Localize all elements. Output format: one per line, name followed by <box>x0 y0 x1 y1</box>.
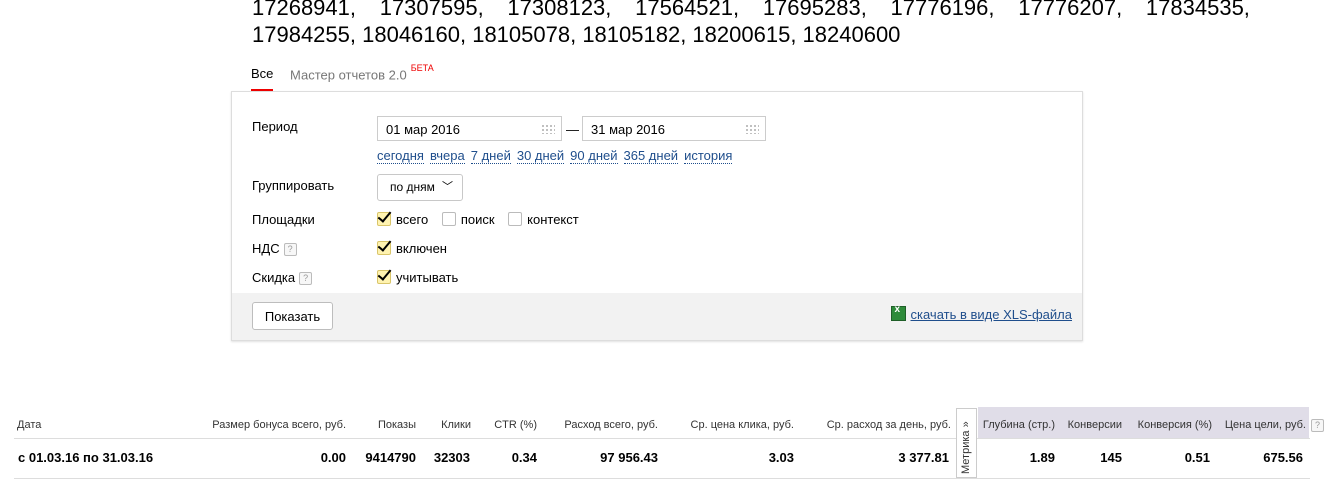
cell-conversions: 145 <box>1100 450 1122 465</box>
date-to-input[interactable]: 31 мар 2016 <box>582 116 766 141</box>
campaign-id-list: 17268941, 17307595, 17308123, 17564521, … <box>252 0 1250 48</box>
period-history-link[interactable]: история <box>684 148 733 164</box>
xls-download-link[interactable]: скачать в виде XLS-файла <box>911 307 1073 322</box>
help-icon[interactable]: ? <box>1311 419 1324 432</box>
date-from-value: 01 мар 2016 <box>386 122 461 137</box>
date-to-value: 31 мар 2016 <box>591 122 666 137</box>
table-bottom-divider <box>14 478 1310 479</box>
cell-date: с 01.03.16 по 31.03.16 <box>18 450 154 465</box>
vat-label-text: НДС <box>252 241 280 256</box>
col-header-cpc[interactable]: Ср. цена клика, руб. <box>691 419 794 431</box>
col-header-spend[interactable]: Расход всего, руб. <box>564 419 658 431</box>
site-context-option[interactable]: контекст <box>508 212 579 227</box>
col-header-clicks[interactable]: Клики <box>441 419 471 431</box>
help-icon[interactable]: ? <box>299 272 313 285</box>
col-header-goal-price[interactable]: Цена цели, руб. <box>1225 419 1306 431</box>
col-header-bonus[interactable]: Размер бонуса всего, руб. <box>212 419 346 431</box>
group-by-value: по дням <box>390 180 435 194</box>
help-icon[interactable]: ? <box>283 243 297 256</box>
cell-clicks: 32303 <box>433 450 470 465</box>
period-90-days-link[interactable]: 90 дней <box>570 148 618 164</box>
sites-options: всего поиск контекст <box>377 212 589 227</box>
col-header-conversions[interactable]: Конверсии <box>1068 419 1122 431</box>
group-by-select[interactable]: по дням ﹀ <box>377 174 463 201</box>
date-separator: — <box>566 122 579 137</box>
show-button[interactable]: Показать <box>252 302 333 330</box>
campaign-id: 17834535, <box>1145 0 1250 20</box>
metrika-toggle[interactable]: Метрика » <box>956 408 977 478</box>
quick-period-links: сегодня вчера 7 дней 30 дней 90 дней 365 дней… <box>377 148 738 164</box>
tab-master-reports[interactable]: Мастер отчетов 2.0 БЕТА <box>290 63 434 83</box>
cell-goal-price: 675.56 <box>1263 450 1303 465</box>
discount-option[interactable]: учитывать <box>377 270 458 285</box>
campaign-id: 17564521, <box>635 0 740 20</box>
site-all-label: всего <box>396 212 429 227</box>
campaign-id-line-2: 17984255, 18046160, 18105078, 18105182, … <box>252 22 901 47</box>
period-365-days-link[interactable]: 365 дней <box>623 148 679 164</box>
site-search-option[interactable]: поиск <box>441 212 495 227</box>
discount-label-text: Скидка <box>252 270 296 285</box>
cell-daily-spend: 3 377.81 <box>898 450 949 465</box>
col-header-date[interactable]: Дата <box>17 419 41 431</box>
site-search-label: поиск <box>460 212 495 227</box>
period-today-link[interactable]: сегодня <box>377 148 424 164</box>
campaign-id: 17268941, <box>252 0 356 20</box>
campaign-id-line-1: 17268941, 17307595, 17308123, 17564521, … <box>252 0 1250 21</box>
tab-master-label: Мастер отчетов 2.0 <box>290 67 407 83</box>
excel-icon <box>890 304 906 321</box>
campaign-id: 17307595, <box>379 0 484 20</box>
checkbox-checked-icon[interactable] <box>377 241 391 255</box>
period-yesterday-link[interactable]: вчера <box>429 148 465 164</box>
cell-conversion-rate: 0.51 <box>1184 450 1210 465</box>
cell-ctr: 0.34 <box>511 450 537 465</box>
cell-bonus: 0.00 <box>320 450 346 465</box>
table-header-divider <box>14 438 1310 439</box>
checkbox-checked-icon[interactable] <box>377 212 391 226</box>
discount-value-label: учитывать <box>396 270 459 285</box>
group-label: Группировать <box>252 178 335 193</box>
col-header-ctr[interactable]: CTR (%) <box>494 419 537 431</box>
report-settings-panel: Период 01 мар 2016 — 31 мар 2016 сегодня… <box>231 91 1083 341</box>
period-7-days-link[interactable]: 7 дней <box>470 148 511 164</box>
campaign-id: 17695283, <box>762 0 867 20</box>
col-header-daily-spend[interactable]: Ср. расход за день, руб. <box>827 419 951 431</box>
vat-label: НДС? <box>252 241 297 256</box>
sites-label: Площадки <box>252 212 315 227</box>
checkbox-checked-icon[interactable] <box>377 270 391 284</box>
col-header-depth[interactable]: Глубина (стр.) <box>983 419 1055 431</box>
metrika-toggle-label: Метрика » <box>960 421 972 474</box>
xls-download: скачать в виде XLS-файла <box>890 304 1073 322</box>
calendar-icon[interactable] <box>541 124 555 134</box>
date-from-input[interactable]: 01 мар 2016 <box>377 116 562 141</box>
site-context-label: контекст <box>527 212 579 227</box>
col-header-conversion-rate[interactable]: Конверсия (%) <box>1138 419 1212 431</box>
cell-shows: 9414790 <box>365 450 416 465</box>
tab-all[interactable]: Все <box>251 66 274 91</box>
discount-label: Скидка? <box>252 270 313 285</box>
period-label: Период <box>252 119 298 134</box>
col-header-shows[interactable]: Показы <box>378 419 416 431</box>
period-30-days-link[interactable]: 30 дней <box>516 148 565 164</box>
chevron-down-icon: ﹀ <box>442 181 453 193</box>
beta-badge: БЕТА <box>410 63 434 73</box>
campaign-id: 17776196, <box>890 0 995 20</box>
calendar-icon[interactable] <box>745 124 759 134</box>
campaign-id: 17308123, <box>507 0 612 20</box>
checkbox-icon[interactable] <box>441 212 456 226</box>
vat-value-label: включен <box>396 241 447 256</box>
cell-spend: 97 956.43 <box>600 450 658 465</box>
cell-cpc: 3.03 <box>768 450 794 465</box>
vat-option[interactable]: включен <box>377 241 447 256</box>
checkbox-icon[interactable] <box>508 212 523 226</box>
site-all-option[interactable]: всего <box>377 212 428 227</box>
campaign-id: 17776207, <box>1018 0 1123 20</box>
cell-depth: 1.89 <box>1029 450 1055 465</box>
